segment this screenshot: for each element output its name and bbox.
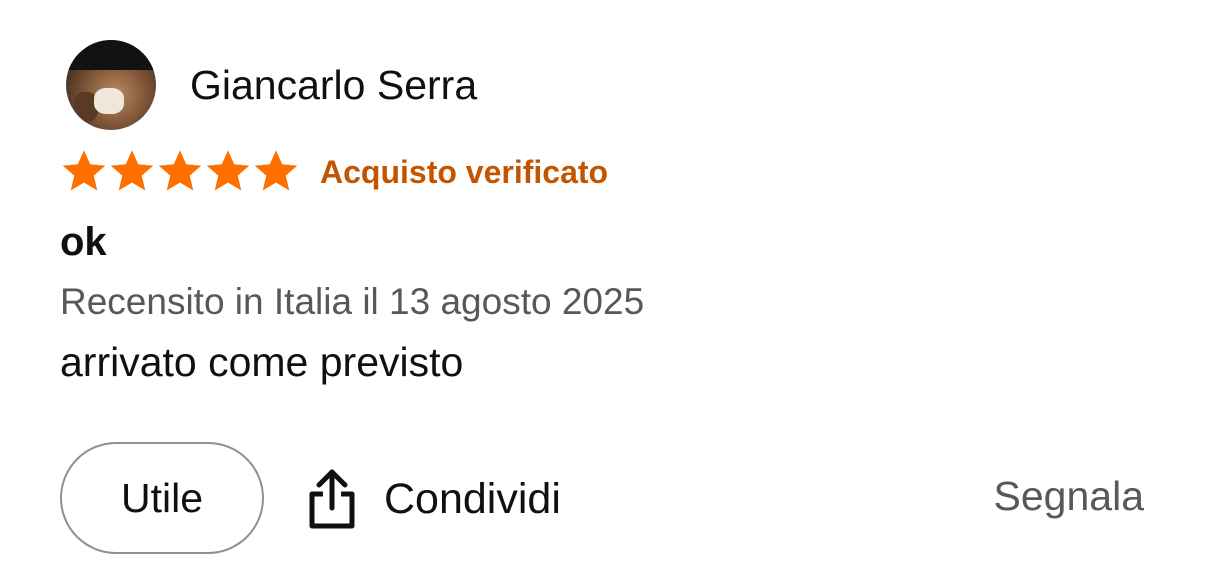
helpful-button[interactable]: Utile (60, 442, 264, 554)
reviewer-header: Giancarlo Serra (66, 40, 477, 130)
avatar (66, 40, 156, 130)
star-icon (110, 150, 154, 191)
share-button[interactable]: Condividi (306, 466, 561, 532)
avatar-photo-top (66, 40, 156, 70)
star-icon (206, 150, 250, 191)
star-rating (60, 148, 300, 196)
star-icon (158, 150, 202, 191)
star-icon (62, 150, 106, 191)
avatar-photo-highlight (94, 88, 124, 114)
review-title: ok (60, 220, 107, 264)
report-link[interactable]: Segnala (994, 476, 1144, 517)
star-icon (254, 150, 298, 191)
share-label: Condividi (384, 474, 561, 523)
review-body: arrivato come previsto (60, 339, 464, 385)
verified-purchase-badge: Acquisto verificato (320, 153, 609, 190)
reviewer-name: Giancarlo Serra (190, 61, 478, 108)
rating-row: Acquisto verificato (60, 146, 608, 198)
helpful-label: Utile (120, 474, 204, 521)
review-card: Giancarlo Serra Acquisto verificato ok R… (0, 0, 1206, 588)
share-icon (309, 469, 355, 529)
review-date: Recensito in Italia il 13 agosto 2025 (60, 281, 645, 322)
